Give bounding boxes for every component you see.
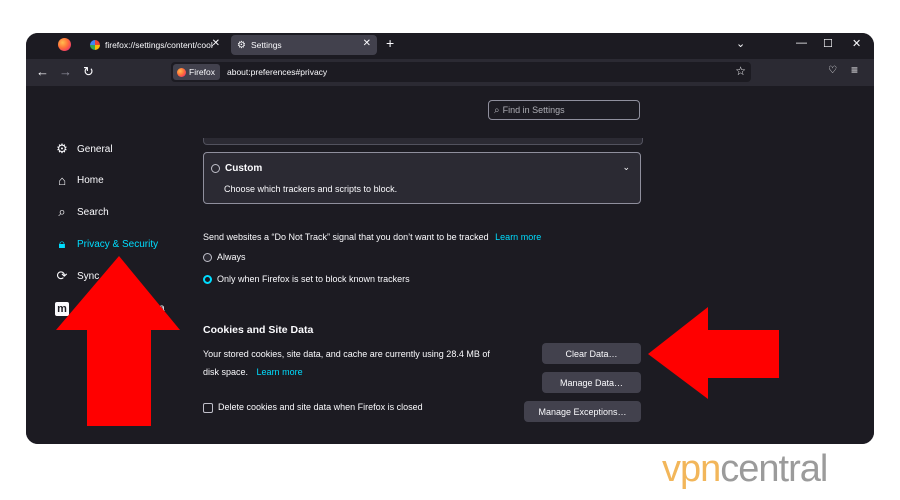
lock-icon: 🔒︎ [58, 236, 66, 251]
vpncentral-logo: vpncentral [662, 448, 828, 490]
search-input[interactable]: ⌕ Find in Settings [488, 100, 640, 120]
gear-icon: ⚙ [56, 141, 68, 156]
browser-window: firefox://settings/content/cook ✕ ⚙ Sett… [26, 33, 874, 444]
dnt-option-trackers[interactable]: Only when Firefox is set to block known … [203, 274, 410, 285]
sidebar-item-label: Sync [77, 270, 100, 282]
cookies-usage-text-2: disk space. Learn more [203, 367, 303, 377]
search-icon: ⌕ [58, 204, 66, 219]
manage-exceptions-button[interactable]: Manage Exceptions… [524, 401, 641, 422]
sync-icon: ⟳ [56, 268, 68, 283]
url-text[interactable]: about:preferences#privacy [227, 67, 327, 77]
clear-data-button[interactable]: Clear Data… [542, 343, 641, 364]
forward-icon[interactable]: → [59, 64, 72, 79]
chevron-down-icon[interactable]: ⌄ [622, 162, 630, 173]
url-bar[interactable]: Firefox about:preferences#privacy ☆ [171, 62, 751, 82]
custom-option-description: Choose which trackers and scripts to blo… [224, 184, 398, 194]
sidebar-item-mozilla[interactable]: m a [54, 300, 165, 316]
sidebar-item-home[interactable]: ⌂ Home [54, 173, 104, 188]
delete-on-close-option[interactable]: Delete cookies and site data when Firefo… [203, 402, 423, 413]
pocket-icon[interactable]: ♡ [828, 65, 837, 76]
custom-radio[interactable] [211, 163, 220, 173]
sidebar-item-general[interactable]: ⚙ General [54, 141, 113, 157]
sidebar-item-label: General [77, 143, 113, 155]
identity-label: Firefox [189, 67, 215, 77]
back-icon[interactable]: ← [36, 64, 49, 79]
google-icon [90, 40, 100, 50]
manage-data-button[interactable]: Manage Data… [542, 372, 641, 393]
close-tab-icon[interactable]: ✕ [363, 38, 371, 49]
settings-content: ⌕ Find in Settings ⚙ General ⌂ Home ⌕ Se… [26, 86, 874, 444]
new-tab-icon[interactable]: + [386, 35, 394, 51]
sidebar-item-label: a [159, 302, 165, 314]
hamburger-menu-icon[interactable]: ≡ [851, 63, 858, 77]
search-icon: ⌕ [494, 104, 500, 116]
delete-on-close-checkbox[interactable] [203, 402, 213, 413]
tab-strip: firefox://settings/content/cook ✕ ⚙ Sett… [26, 33, 874, 57]
mozilla-m-icon: m [54, 300, 70, 316]
cookies-heading: Cookies and Site Data [203, 324, 314, 336]
list-tabs-icon[interactable]: ⌄ [736, 37, 745, 50]
sidebar-item-label: Home [77, 175, 104, 186]
tab-cookies[interactable]: firefox://settings/content/cook ✕ [84, 35, 226, 55]
minimize-icon[interactable]: — [796, 37, 807, 49]
firefox-logo-icon[interactable] [58, 38, 71, 51]
identity-box[interactable]: Firefox [173, 64, 220, 80]
tab-settings[interactable]: ⚙ Settings ✕ [231, 35, 377, 55]
dnt-learn-more-link[interactable]: Learn more [495, 232, 541, 242]
gear-icon: ⚙ [237, 39, 246, 51]
sidebar-item-label: Search [77, 206, 109, 218]
cookies-usage-text: Your stored cookies, site data, and cach… [203, 349, 490, 359]
maximize-icon[interactable]: ☐ [823, 37, 833, 50]
sidebar-item-search[interactable]: ⌕ Search [54, 204, 109, 220]
custom-option-label[interactable]: Custom [211, 163, 262, 174]
firefox-logo-icon [177, 67, 186, 77]
search-placeholder: Find in Settings [502, 105, 565, 115]
dnt-description: Send websites a “Do Not Track” signal th… [203, 232, 542, 242]
trackers-radio[interactable] [203, 275, 212, 285]
sidebar-item-privacy[interactable]: 🔒︎ Privacy & Security [54, 236, 159, 252]
home-icon: ⌂ [58, 173, 66, 188]
tab-title: firefox://settings/content/cook [105, 40, 213, 50]
close-window-icon[interactable]: ✕ [852, 37, 861, 50]
close-tab-icon[interactable]: ✕ [212, 38, 220, 49]
navigation-bar: ← → ↻ Firefox about:preferences#privacy … [26, 59, 874, 86]
tab-title: Settings [250, 40, 282, 50]
cookies-learn-more-link[interactable]: Learn more [257, 367, 303, 377]
strict-option-card [203, 138, 643, 145]
always-radio[interactable] [203, 253, 212, 263]
sidebar-item-label: Privacy & Security [77, 238, 159, 250]
reload-icon[interactable]: ↻ [83, 64, 94, 80]
custom-option-card[interactable]: Custom ⌄ Choose which trackers and scrip… [203, 152, 641, 204]
star-icon[interactable]: ☆ [735, 64, 746, 78]
sidebar-item-sync[interactable]: ⟳ Sync [54, 268, 100, 284]
dnt-option-always[interactable]: Always [203, 252, 246, 263]
